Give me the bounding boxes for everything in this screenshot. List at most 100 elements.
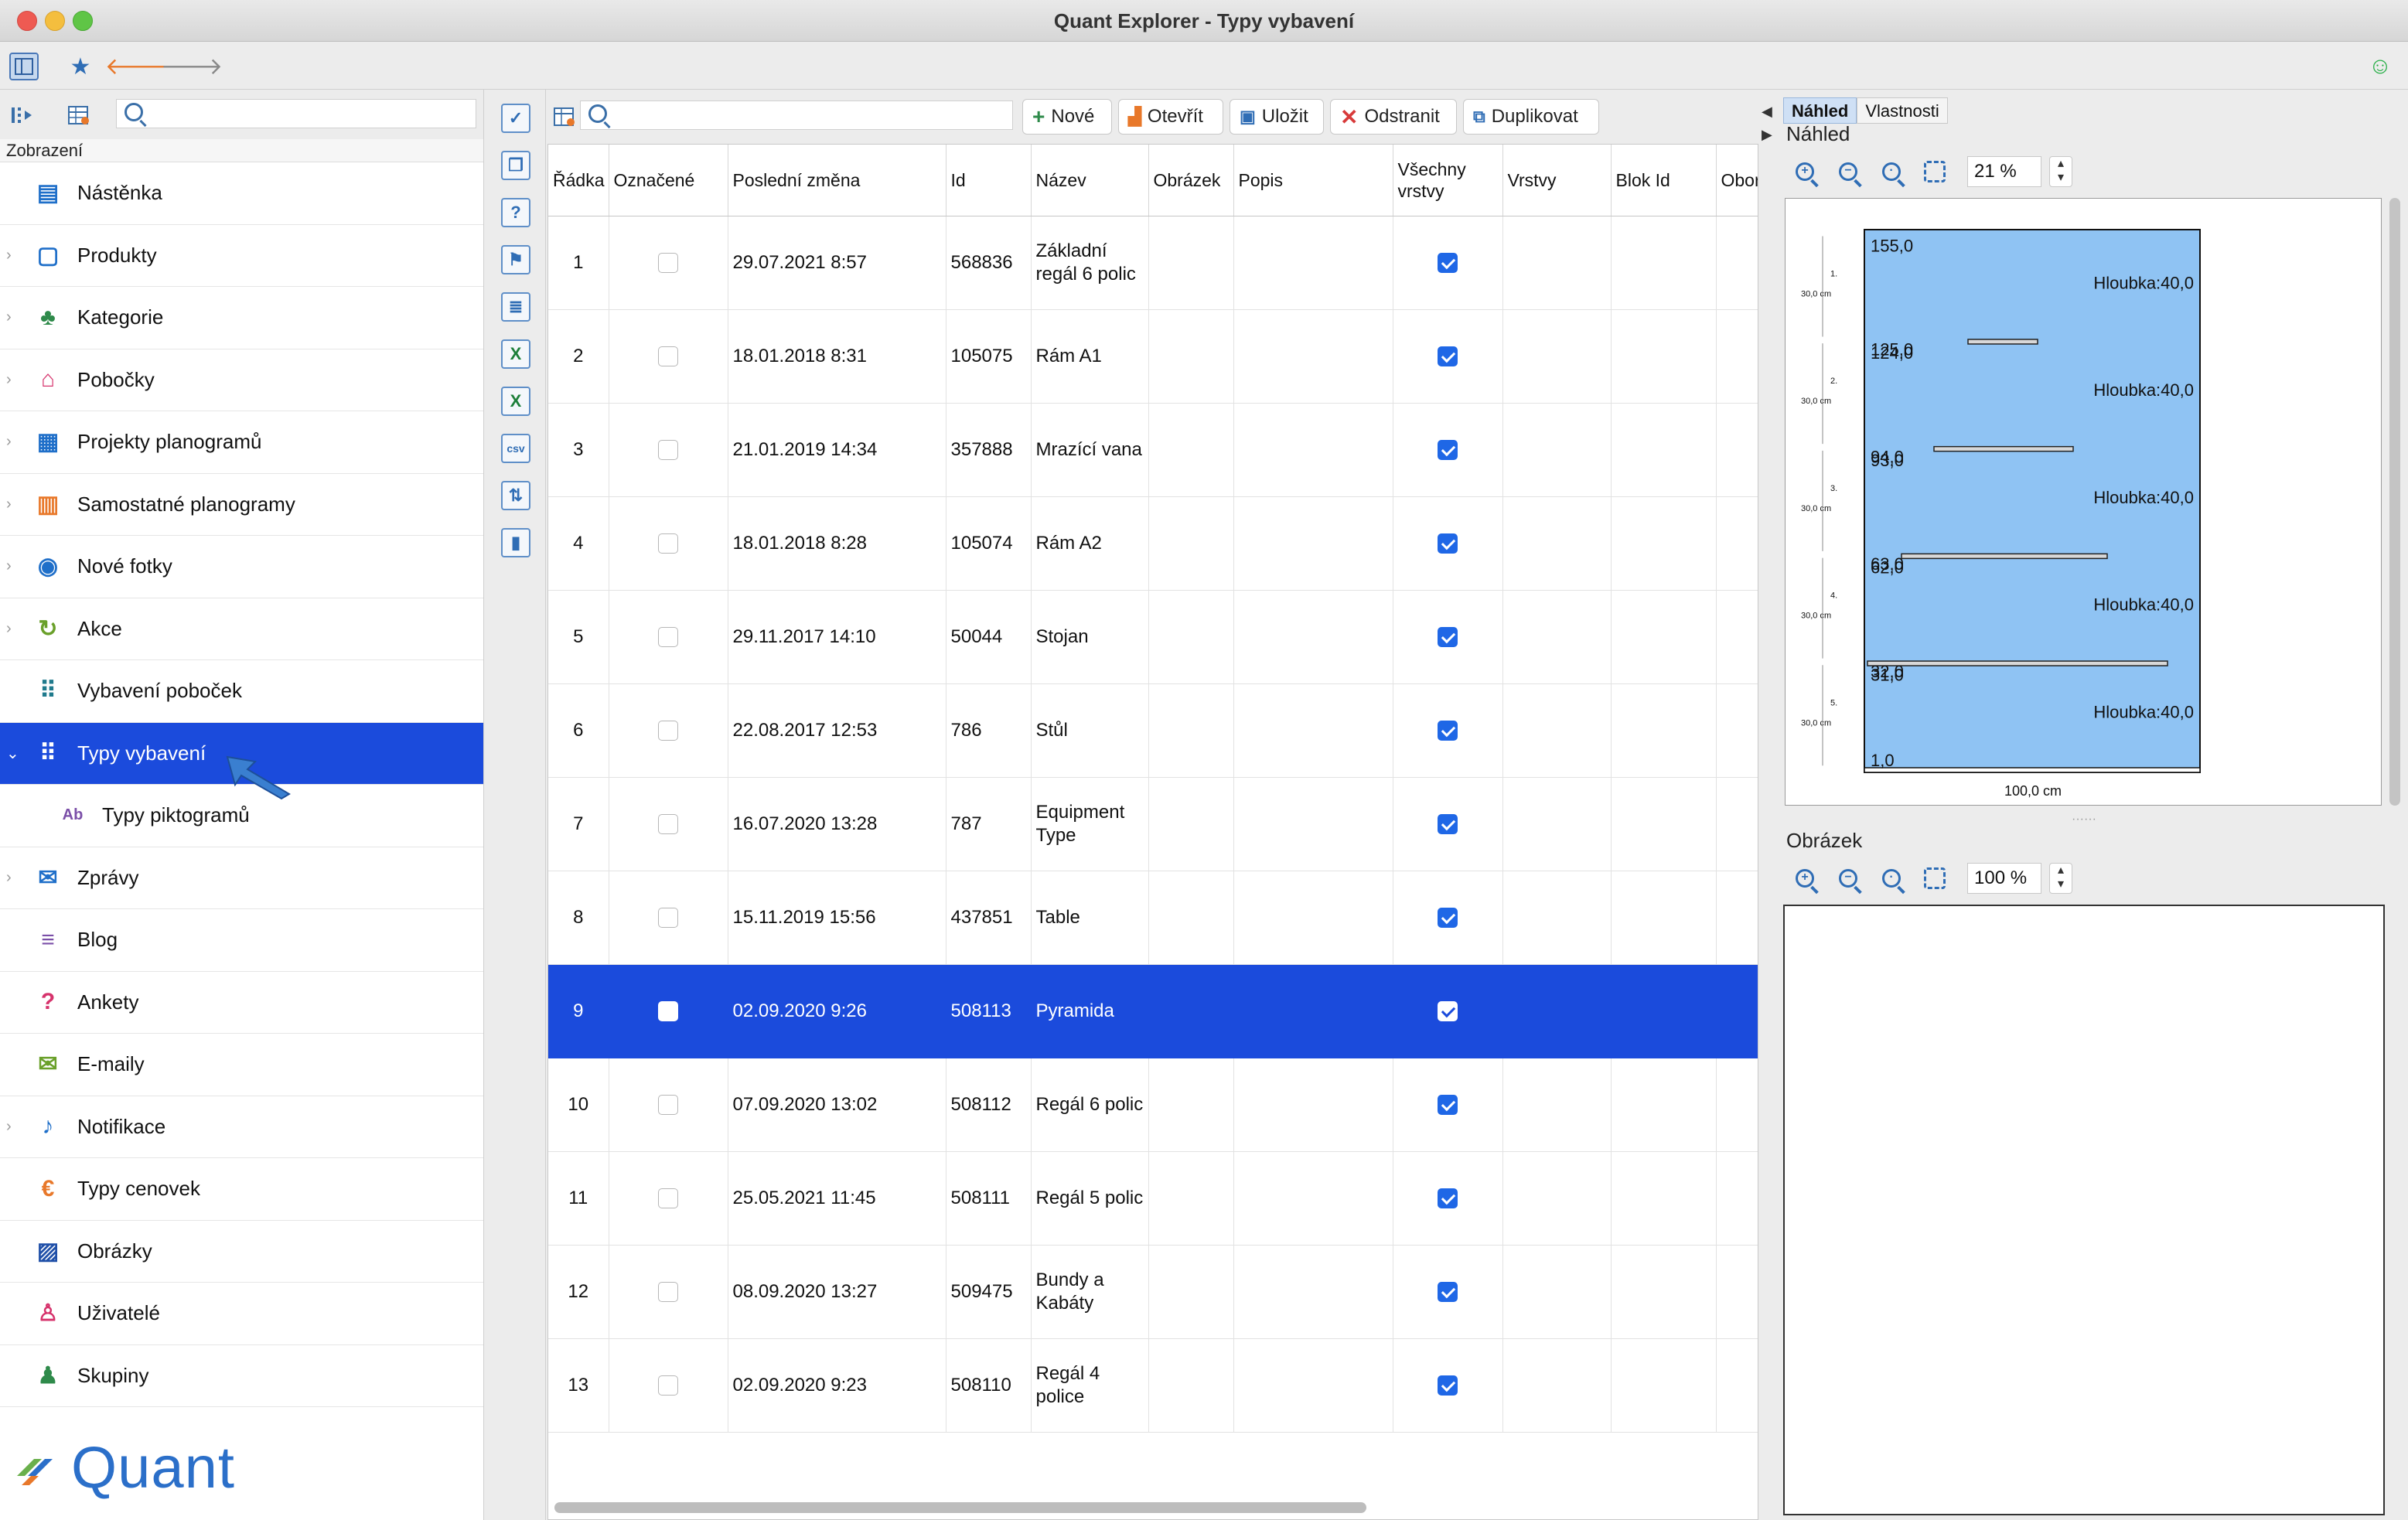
block-id-cell[interactable] [1611, 403, 1717, 497]
sidebar-item-18[interactable]: ▨ Obrázky [0, 1221, 483, 1283]
table-row[interactable]: 1 29.07.2021 8:57 568836 Základní regál 6 p… [548, 216, 1758, 310]
table-row[interactable]: 12 08.09.2020 13:27 509475 Bundy a Kabáty [548, 1245, 1758, 1339]
marked-checkbox[interactable] [658, 533, 678, 554]
id-cell[interactable]: 437851 [946, 871, 1032, 965]
layers-cell[interactable] [1502, 964, 1612, 1058]
id-cell[interactable]: 508110 [946, 1338, 1032, 1433]
sidebar-item-15[interactable]: ✉ E-maily [0, 1034, 483, 1096]
sidebar-item-19[interactable]: ♙ Uživatelé [0, 1283, 483, 1345]
marked-checkbox[interactable] [658, 908, 678, 929]
row-number-cell[interactable]: 10 [548, 1058, 609, 1152]
all-layers-checkbox[interactable] [1438, 346, 1458, 367]
block-id-cell[interactable] [1611, 309, 1717, 404]
marked-checkbox[interactable] [658, 253, 678, 274]
row-number-cell[interactable]: 8 [548, 871, 609, 965]
image-cell[interactable] [1148, 777, 1234, 871]
all-layers-checkbox[interactable] [1438, 908, 1458, 929]
column-header[interactable]: Obor [1716, 145, 1758, 216]
smiley-icon[interactable]: ☺ [2365, 51, 2396, 82]
row-number-cell[interactable]: 6 [548, 683, 609, 778]
layers-cell[interactable] [1502, 216, 1612, 310]
sidebar-item-3[interactable]: › ♣ Kategorie [0, 287, 483, 349]
image-zoom-field[interactable]: 100 % [1967, 863, 2041, 894]
field-cell[interactable] [1716, 1058, 1758, 1152]
block-id-cell[interactable] [1611, 590, 1717, 684]
layers-cell[interactable] [1502, 683, 1612, 778]
layers-cell[interactable] [1502, 777, 1612, 871]
last-change-cell[interactable]: 02.09.2020 9:23 [728, 1338, 946, 1433]
last-change-cell[interactable]: 25.05.2021 11:45 [728, 1151, 946, 1246]
description-cell[interactable] [1233, 1245, 1393, 1339]
id-cell[interactable]: 786 [946, 683, 1032, 778]
description-cell[interactable] [1233, 403, 1393, 497]
arrow-right-icon[interactable]: 🡒 [161, 51, 223, 82]
last-change-cell[interactable]: 18.01.2018 8:31 [728, 309, 946, 404]
zoom-fit-icon[interactable] [1921, 864, 1949, 892]
all-layers-checkbox[interactable] [1438, 1001, 1458, 1022]
column-header[interactable]: Id [946, 145, 1032, 216]
block-id-cell[interactable] [1611, 1151, 1717, 1246]
name-cell[interactable]: Stůl [1031, 683, 1149, 778]
description-cell[interactable] [1233, 683, 1393, 778]
id-cell[interactable]: 508113 [946, 964, 1032, 1058]
row-number-cell[interactable]: 13 [548, 1338, 609, 1433]
table-row[interactable]: 6 22.08.2017 12:53 786 Stůl [548, 683, 1758, 778]
all-layers-checkbox[interactable] [1438, 1188, 1458, 1209]
marked-checkbox[interactable] [658, 1188, 678, 1209]
chevron-right-icon[interactable]: › [6, 371, 12, 389]
tab-preview[interactable]: Náhled [1783, 97, 1857, 124]
table-move-icon[interactable]: ⇅ [501, 481, 530, 510]
image-cell[interactable] [1148, 309, 1234, 404]
image-cell[interactable] [1148, 403, 1234, 497]
all-layers-checkbox[interactable] [1438, 1375, 1458, 1396]
field-cell[interactable] [1716, 777, 1758, 871]
field-cell[interactable] [1716, 871, 1758, 965]
image-cell[interactable] [1148, 590, 1234, 684]
horizontal-scrollbar[interactable] [554, 1502, 1366, 1513]
chevron-right-icon[interactable]: › [6, 308, 12, 326]
field-cell[interactable] [1716, 403, 1758, 497]
description-cell[interactable] [1233, 309, 1393, 404]
new-button[interactable]: + Nové [1022, 99, 1112, 135]
image-cell[interactable] [1148, 1151, 1234, 1246]
column-header[interactable]: Řádka [548, 145, 609, 216]
all-layers-checkbox[interactable] [1438, 1095, 1458, 1116]
description-cell[interactable] [1233, 1058, 1393, 1152]
id-cell[interactable]: 105075 [946, 309, 1032, 404]
table-row[interactable]: 13 02.09.2020 9:23 508110 Regál 4 police [548, 1338, 1758, 1433]
column-header[interactable]: Obrázek [1148, 145, 1234, 216]
name-cell[interactable]: Pyramida [1031, 964, 1149, 1058]
expand-triangle-icon[interactable]: ▶ [1762, 127, 1772, 143]
row-number-cell[interactable]: 1 [548, 216, 609, 310]
field-cell[interactable] [1716, 216, 1758, 310]
field-cell[interactable] [1716, 496, 1758, 591]
image-cell[interactable] [1148, 216, 1234, 310]
image-canvas[interactable] [1783, 905, 2385, 1515]
id-cell[interactable]: 568836 [946, 216, 1032, 310]
sidebar-item-17[interactable]: € Typy cenovek [0, 1158, 483, 1221]
sidebar-item-4[interactable]: › ⌂ Pobočky [0, 349, 483, 411]
layers-cell[interactable] [1502, 403, 1612, 497]
id-cell[interactable]: 508112 [946, 1058, 1032, 1152]
block-id-cell[interactable] [1611, 1245, 1717, 1339]
open-button[interactable]: ▟ Otevřít [1118, 99, 1223, 135]
column-header[interactable]: Označené [609, 145, 728, 216]
description-cell[interactable] [1233, 1151, 1393, 1246]
marked-checkbox[interactable] [658, 814, 678, 835]
id-cell[interactable]: 508111 [946, 1151, 1032, 1246]
field-cell[interactable] [1716, 590, 1758, 684]
table-row[interactable]: 7 16.07.2020 13:28 787 Equipment Type [548, 777, 1758, 871]
block-id-cell[interactable] [1611, 216, 1717, 310]
chart-icon[interactable]: ▮ [501, 528, 530, 557]
table-row[interactable]: 3 21.01.2019 14:34 357888 Mrazící vana [548, 403, 1758, 497]
flag-icon[interactable]: ⚑ [501, 245, 530, 274]
column-header[interactable]: Popis [1233, 145, 1393, 216]
last-change-cell[interactable]: 02.09.2020 9:26 [728, 964, 946, 1058]
zoom-in-icon[interactable]: + [1791, 864, 1819, 892]
name-cell[interactable]: Regál 4 police [1031, 1338, 1149, 1433]
column-header[interactable]: Vrstvy [1502, 145, 1612, 216]
layers-cell[interactable] [1502, 1338, 1612, 1433]
chevron-right-icon[interactable]: › [6, 496, 12, 513]
description-cell[interactable] [1233, 496, 1393, 591]
duplicate-button[interactable]: ⧉ Duplikovat [1463, 99, 1599, 135]
